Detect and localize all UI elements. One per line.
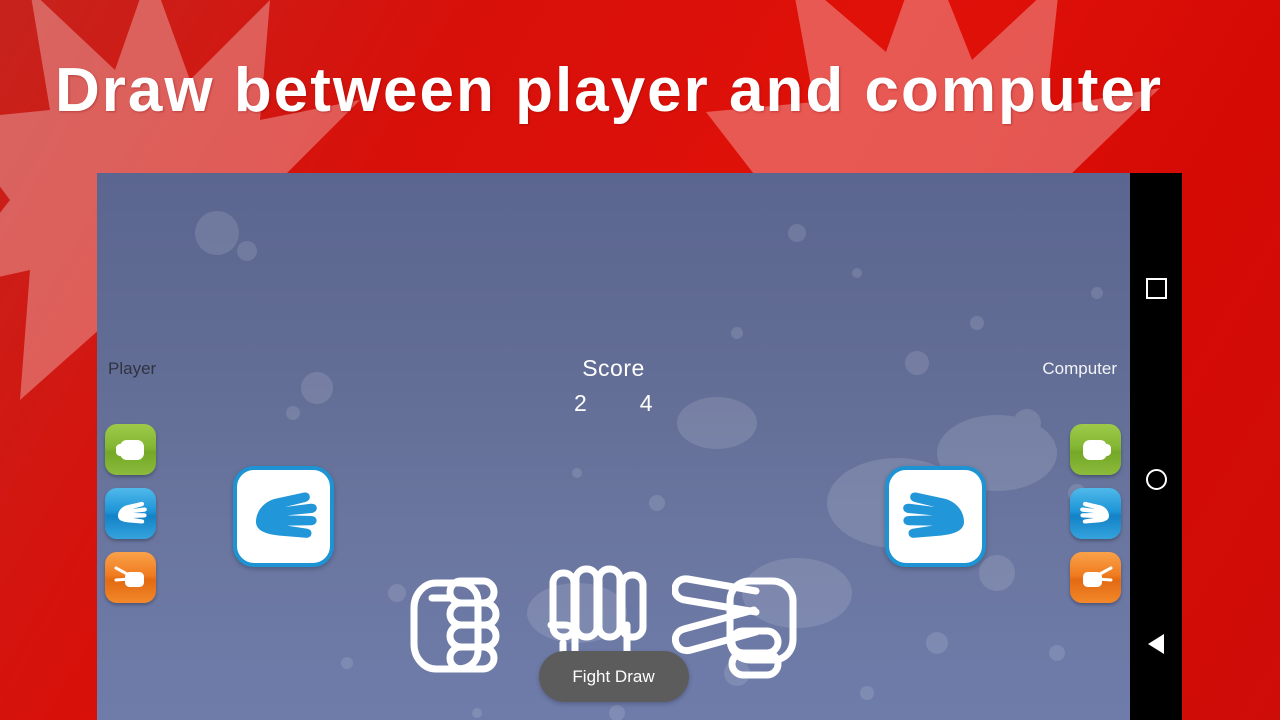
open-hand-icon <box>902 492 964 538</box>
device-frame: Player Computer Score 2 4 Fight Draw <box>97 173 1182 720</box>
computer-score: 4 <box>639 390 654 416</box>
score-title: Score <box>582 355 645 381</box>
player-choice-tile <box>233 466 334 567</box>
home-circle-icon <box>1145 468 1167 490</box>
open-hand-icon <box>255 492 317 538</box>
player-move-paper[interactable] <box>105 488 156 539</box>
back-button[interactable] <box>1130 618 1182 670</box>
player-move-rock[interactable] <box>105 424 156 475</box>
game-screen: Player Computer Score 2 4 Fight Draw <box>97 173 1130 720</box>
center-hand-scissors <box>671 565 822 690</box>
recents-button[interactable] <box>1130 262 1182 314</box>
score-block: Score 2 4 <box>97 355 1130 416</box>
page-title: Draw between player and computer <box>55 56 1163 125</box>
android-navbar <box>1130 173 1182 720</box>
home-button[interactable] <box>1130 453 1182 505</box>
computer-move-paper <box>1070 488 1121 539</box>
fist-outline-icon <box>410 577 500 673</box>
score-values: 2 4 <box>97 390 1130 416</box>
recents-square-icon <box>1145 277 1167 299</box>
fist-icon <box>115 439 144 460</box>
computer-choice-tile <box>885 466 986 567</box>
center-hand-rock <box>404 565 514 690</box>
promo-screenshot: Draw between player and computer Player … <box>0 0 1280 720</box>
result-button[interactable]: Fight Draw <box>538 651 689 702</box>
player-score: 2 <box>573 390 588 416</box>
computer-move-rock <box>1070 424 1121 475</box>
back-triangle-icon <box>1148 634 1164 654</box>
open-hand-icon <box>117 501 147 524</box>
fist-icon <box>1082 439 1111 460</box>
open-hand-icon <box>1079 501 1109 524</box>
scissors-hand-outline-icon <box>671 575 797 679</box>
